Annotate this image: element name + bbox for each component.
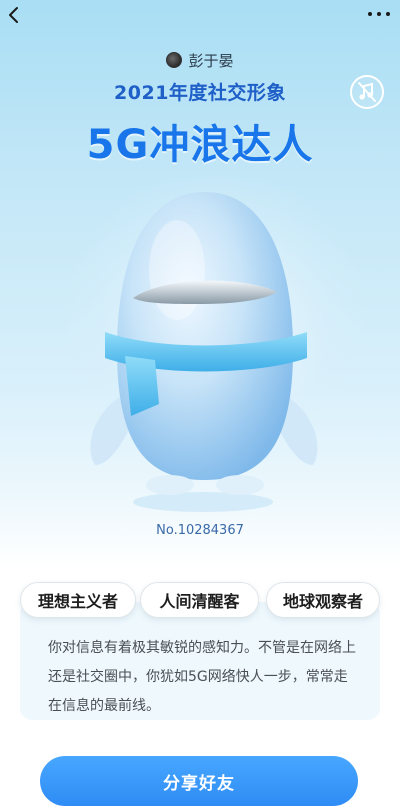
music-toggle-button[interactable] <box>350 75 384 109</box>
page-title: 5G冲浪达人 <box>86 122 314 168</box>
username: 彭于晏 <box>188 51 234 70</box>
chevron-left-icon <box>9 7 18 23</box>
back-button[interactable] <box>4 5 24 25</box>
more-button[interactable] <box>368 4 390 24</box>
share-button[interactable]: 分享好友 <box>40 756 358 806</box>
mascot-illustration <box>90 192 318 512</box>
tag-item: 理想主义者 <box>20 582 136 618</box>
avatar <box>166 52 183 68</box>
tag-item: 地球观察者 <box>266 582 380 618</box>
user-row: 彭于晏 <box>0 50 400 70</box>
tag-list: 理想主义者 人间清醒客 地球观察者 <box>20 582 380 618</box>
description-text: 你对信息有着极其敏锐的感知力。不管是在网络上还是社交圈中，你犹如5G网络快人一步… <box>48 640 356 714</box>
badge-number: No.10284367 <box>156 523 244 538</box>
result-page: 彭于晏 2021年度社交形象 5G冲浪达人 No.10284367 理想主义者 … <box>0 0 400 810</box>
top-bar <box>0 0 400 30</box>
more-dots-icon <box>368 12 372 16</box>
tag-item: 人间清醒客 <box>140 582 259 618</box>
page-subtitle: 2021年度社交形象 <box>114 82 286 104</box>
music-off-icon <box>358 82 376 102</box>
